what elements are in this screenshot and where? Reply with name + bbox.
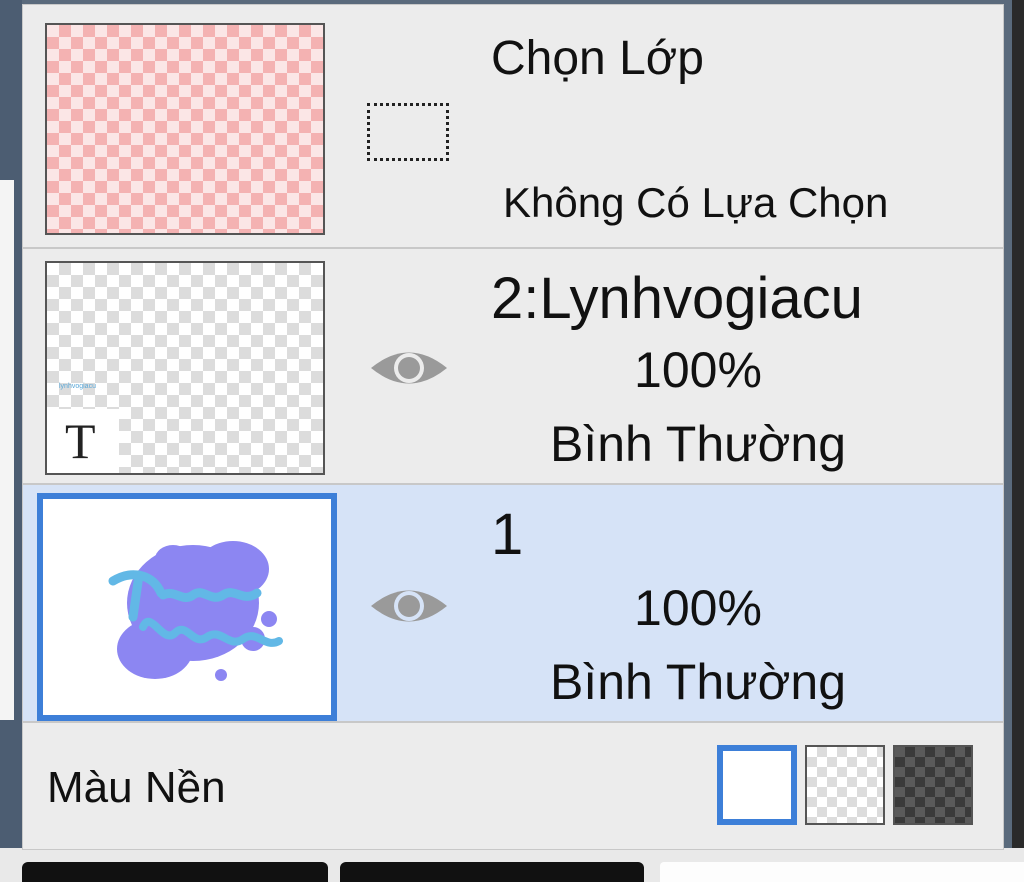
layers-panel: Chọn Lớp Không Có Lựa Chọn lynhvogiacu T… [22, 4, 1004, 850]
layer-blend-mode: Bình Thường [549, 654, 847, 710]
background-white-swatch[interactable] [717, 745, 797, 825]
toolbar-button[interactable] [340, 862, 644, 882]
canvas-background-right [1012, 0, 1024, 882]
layer-blend-mode: Bình Thường [549, 416, 847, 472]
toolbar-button[interactable] [22, 862, 328, 882]
layer-name: 1 [491, 502, 524, 567]
layer-row-selected[interactable]: 1 100% Bình Thường [23, 485, 1003, 723]
background-color-row: Màu Nền [23, 723, 1003, 849]
layer-row[interactable]: lynhvogiacu T 2:Lynhvogiacu 100% Bình Th… [23, 249, 1003, 485]
layer-opacity: 100% [634, 580, 762, 636]
layer-name: 2:Lynhvogiacu [491, 266, 863, 331]
toolbar-button[interactable] [660, 862, 1024, 882]
selection-layer-title: Chọn Lớp [491, 32, 704, 85]
selection-status: Không Có Lựa Chọn [503, 179, 889, 226]
selection-layer-row[interactable]: Chọn Lớp Không Có Lựa Chọn [23, 5, 1003, 249]
background-color-label: Màu Nền [47, 763, 226, 812]
selection-marquee-icon [367, 103, 449, 161]
canvas-background-left-strip [0, 180, 14, 720]
background-dark-checker-swatch[interactable] [893, 745, 973, 825]
layer-opacity: 100% [634, 342, 762, 398]
background-light-checker-swatch[interactable] [805, 745, 885, 825]
selection-layer-thumbnail [45, 23, 325, 235]
